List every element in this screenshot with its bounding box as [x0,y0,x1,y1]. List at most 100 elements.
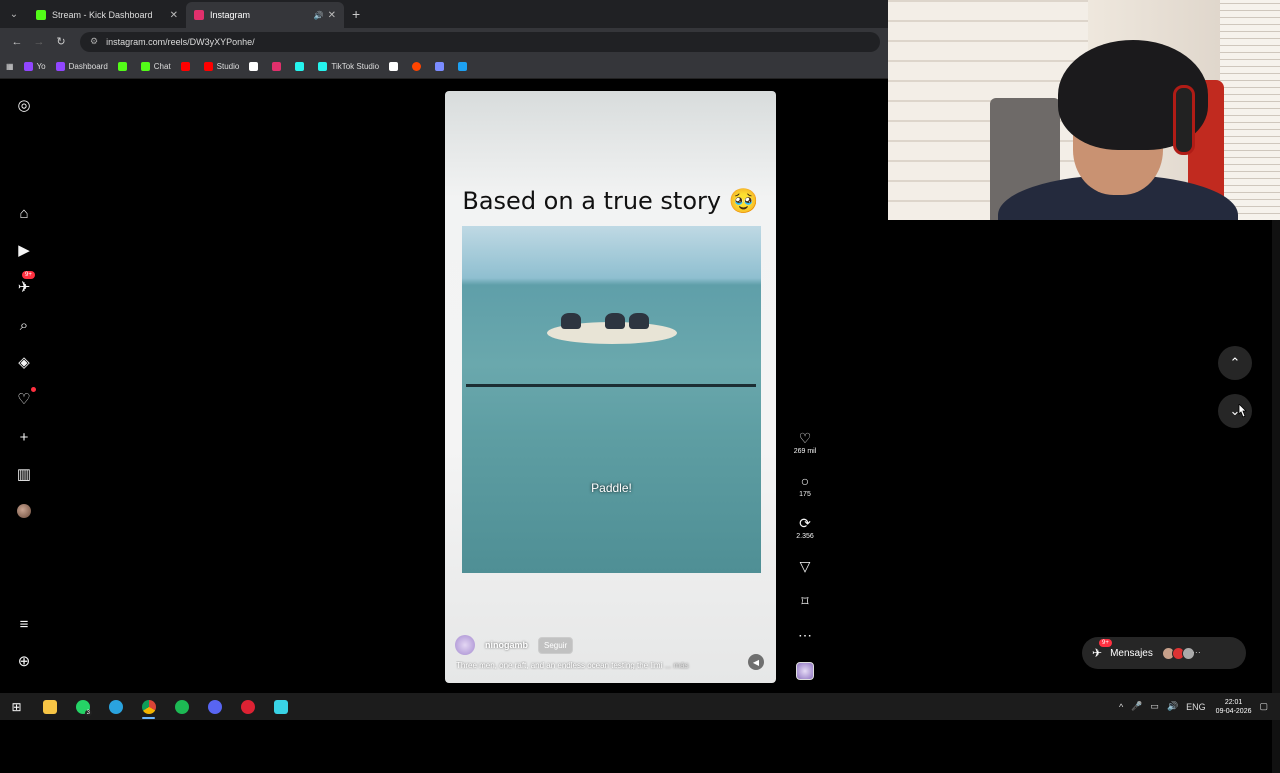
obs-icon[interactable] [231,693,264,720]
capcut-icon[interactable] [264,693,297,720]
url-text: instagram.com/reels/DW3yXYPonhe/ [106,36,255,47]
video-divider-line [466,384,756,387]
tab-kick-dashboard[interactable]: Stream - Kick Dashboard ✕ [28,2,186,28]
bookmark-extra-2[interactable] [412,62,425,71]
notifications-heart-icon[interactable]: ♡ [14,387,36,409]
bookmark-dashboard[interactable]: Dashboard [55,62,108,71]
tiktok-icon [295,62,305,71]
dashboard-icon[interactable]: ▥ [14,464,34,484]
home-icon[interactable]: ⌂ [14,203,34,223]
bookmark-kick[interactable] [117,62,131,71]
share-icon[interactable]: ▽ [785,558,825,574]
windows-start-icon[interactable]: ⊞ [0,693,33,720]
bookmark-studio[interactable]: Studio [203,62,239,71]
explore-icon[interactable]: ◈ [14,352,34,372]
whatsapp-icon[interactable]: 3 [66,693,99,720]
share-action[interactable]: ▽ [785,558,825,574]
previous-reel-button[interactable]: ⌃ [1218,346,1252,380]
messages-badge: 9+ [22,271,35,279]
create-plus-icon[interactable]: + [14,427,34,447]
bookmark-icon[interactable]: ⌑ [785,593,825,609]
url-bar[interactable]: ⚙ instagram.com/reels/DW3yXYPonhe/ [80,31,880,52]
messages-nav-icon[interactable]: ✈ 9+ [14,271,35,297]
twitch-icon [55,62,65,71]
file-explorer-icon[interactable] [33,693,66,720]
chrome-icon[interactable] [132,693,165,720]
comment-icon[interactable]: ○ [785,473,825,489]
close-tab-icon[interactable]: ✕ [328,10,336,21]
bookmark-extra-3[interactable] [435,62,448,71]
bookmark-chat[interactable]: Chat [140,62,171,71]
author-avatar[interactable] [455,635,475,655]
reel-player[interactable]: Based on a true story 🥹 Paddle! ninogamb… [445,91,776,683]
notification-icon[interactable]: ▢ [1259,701,1268,712]
telegram-icon[interactable] [99,693,132,720]
like-count: 269 mil [793,448,817,455]
instagram-favicon-icon [194,10,204,20]
reload-icon[interactable]: ↻ [50,35,72,48]
webcam-overlay [888,0,1280,220]
more-link[interactable]: ... más [665,661,689,670]
apps-grid-icon[interactable]: ▦ [6,62,14,71]
clock[interactable]: 22:01 09-04-2026 [1216,698,1252,716]
forward-arrow-icon[interactable]: → [28,36,50,48]
reel-video-frame[interactable]: Paddle! [462,226,761,573]
page-scrollbar[interactable] [1272,160,1280,773]
bookmark-extra-1[interactable] [389,62,402,71]
x-icon [249,62,259,71]
twitch-icon [23,62,33,71]
comment-count: 175 [799,491,811,498]
back-arrow-icon[interactable]: ← [6,36,28,48]
bookmark-tiktok[interactable] [295,62,308,71]
repost-icon[interactable]: ⟳ [785,515,825,531]
reels-icon[interactable]: ▶ [14,240,34,260]
audio-thumbnail[interactable] [785,662,825,680]
bookmark-extra-4[interactable] [458,62,471,71]
bookmark-youtube[interactable] [180,62,194,71]
save-action[interactable]: ⌑ [785,593,825,609]
new-tab-icon[interactable]: + [352,6,360,22]
speaker-icon[interactable]: 🔊 [314,11,324,20]
network-icon[interactable]: ▭ [1150,701,1159,712]
bookmark-instagram[interactable] [272,62,285,71]
messages-button[interactable]: ✈ 9+ Mensajes ⋯ [1082,637,1246,669]
language-indicator[interactable]: ENG [1186,702,1206,712]
video-caption: Paddle! [591,481,632,495]
bookmark-x[interactable] [249,62,262,71]
circle-icon [412,62,422,71]
close-tab-icon[interactable]: ✕ [170,10,178,21]
profile-avatar[interactable] [14,501,34,521]
youtube-icon [180,62,190,71]
tab-instagram[interactable]: Instagram 🔊 ✕ [186,2,344,28]
tiktok-icon [318,62,328,71]
bookmark-tiktok-studio[interactable]: TikTok Studio [318,62,379,71]
more-options-icon[interactable]: ⋯ [785,627,825,643]
author-name[interactable]: ninogamb [485,640,528,650]
threads-icon[interactable]: ⊕ [14,651,34,671]
notification-dot [31,387,36,392]
heart-icon[interactable]: ♡ [785,430,825,446]
instagram-logo-icon[interactable]: ◎ [14,95,34,115]
discord-icon[interactable] [198,693,231,720]
microphone-icon[interactable]: 🎤 [1131,701,1142,712]
windows-taskbar: ⊞ 3 ^ 🎤 ▭ 🔊 ENG 22:01 09-04-2026 ▢ [0,693,1280,720]
volume-tray-icon[interactable]: 🔊 [1167,701,1178,712]
download-icon [458,62,468,71]
follow-button[interactable]: Seguir [538,636,574,654]
repost-count: 2.356 [796,533,814,540]
reel-title-text: Based on a true story 🥹 [462,187,759,215]
spotify-icon[interactable] [165,693,198,720]
description-text: Three men, one raft, and an endless ocea… [456,661,663,670]
bookmark-yo[interactable]: Yo [23,62,46,71]
tab-title: Stream - Kick Dashboard [52,10,153,20]
comment-action[interactable]: ○ 175 [785,473,825,498]
chevron-up-icon[interactable]: ^ [1119,702,1123,712]
search-icon[interactable]: ⌕ [14,315,34,335]
repost-action[interactable]: ⟳ 2.356 [785,515,825,540]
tab-search-icon[interactable]: ⌄ [0,0,28,28]
like-action[interactable]: ♡ 269 mil [785,430,825,455]
volume-icon[interactable]: ◀ [748,654,764,670]
tab-title: Instagram [210,10,251,20]
more-menu-icon[interactable]: ≡ [14,614,34,634]
site-info-icon[interactable]: ⚙ [90,36,98,47]
